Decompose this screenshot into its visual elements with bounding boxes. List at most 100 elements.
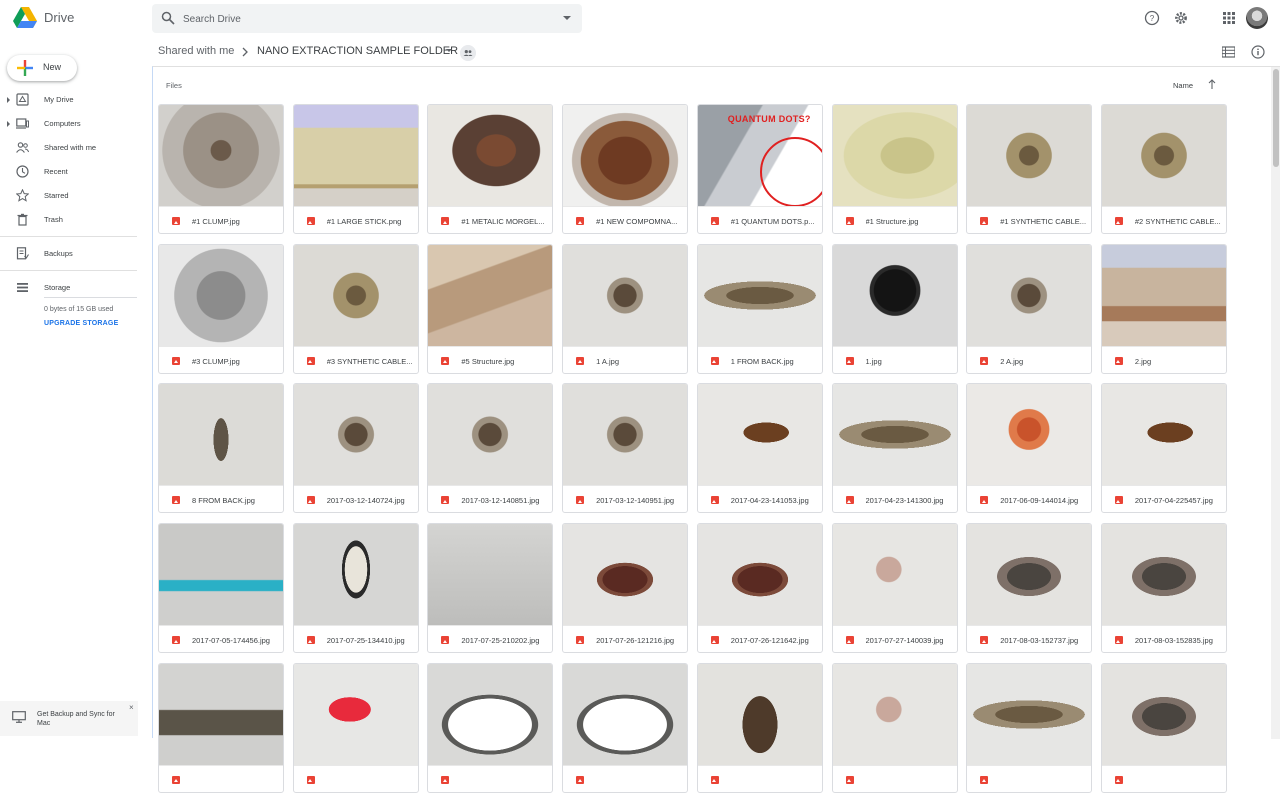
file-card[interactable]: [831, 662, 958, 793]
file-thumbnail[interactable]: [159, 663, 283, 765]
sidebar-item-starred[interactable]: Starred: [0, 185, 152, 207]
sort-ascending-icon[interactable]: [1208, 79, 1216, 89]
file-card[interactable]: 8 FROM BACK.jpg: [158, 383, 284, 514]
file-thumbnail[interactable]: [1101, 244, 1226, 346]
file-card[interactable]: 2017-04-23-141053.jpg: [696, 383, 823, 514]
backup-sync-promo[interactable]: Get Backup and Sync for Mac ×: [0, 701, 138, 736]
file-thumbnail[interactable]: [563, 384, 688, 486]
app-name[interactable]: Drive: [44, 10, 74, 25]
file-card[interactable]: 2.jpg: [1100, 243, 1227, 374]
file-caption[interactable]: [293, 764, 418, 792]
file-thumbnail[interactable]: [159, 244, 283, 346]
file-card[interactable]: [427, 662, 554, 793]
apps-grid-icon[interactable]: [1221, 10, 1237, 26]
account-avatar[interactable]: [1246, 7, 1268, 29]
file-caption[interactable]: #1 METALIC MORGEL...: [428, 206, 553, 233]
expand-caret-icon[interactable]: [7, 121, 10, 127]
file-thumbnail[interactable]: [428, 105, 553, 206]
file-thumbnail[interactable]: [563, 663, 688, 765]
file-thumbnail[interactable]: [697, 524, 822, 626]
file-thumbnail[interactable]: [832, 663, 957, 765]
file-caption[interactable]: [1101, 764, 1226, 792]
settings-icon[interactable]: [1173, 10, 1189, 26]
file-thumbnail[interactable]: [832, 244, 957, 346]
file-caption[interactable]: 2017-07-27-140039.jpg: [832, 625, 957, 652]
file-thumbnail[interactable]: [293, 663, 418, 765]
file-card[interactable]: #1 Structure.jpg: [831, 104, 958, 234]
file-caption[interactable]: #1 LARGE STICK.png: [293, 206, 418, 233]
file-thumbnail[interactable]: [293, 524, 418, 626]
file-thumbnail[interactable]: [428, 384, 553, 486]
file-thumbnail[interactable]: [1101, 384, 1226, 486]
file-thumbnail[interactable]: [428, 663, 553, 765]
file-card[interactable]: QUANTUM DOTS? #1 QUANTUM DOTS.p...: [696, 104, 823, 234]
sidebar-item-recent[interactable]: Recent: [0, 161, 152, 183]
sidebar-item-backups[interactable]: Backups: [0, 243, 152, 265]
file-caption[interactable]: [967, 764, 1092, 792]
file-caption[interactable]: 2017-07-25-134410.jpg: [293, 625, 418, 652]
upgrade-storage-link[interactable]: UPGRADE STORAGE: [44, 320, 118, 327]
file-card[interactable]: 2017-03-12-140851.jpg: [427, 383, 554, 514]
file-thumbnail[interactable]: [293, 244, 418, 346]
file-thumbnail[interactable]: [428, 524, 553, 626]
file-caption[interactable]: 2017-03-12-140724.jpg: [293, 485, 418, 512]
file-card[interactable]: 2017-07-26-121642.jpg: [696, 523, 823, 654]
file-caption[interactable]: #1 QUANTUM DOTS.p...: [697, 206, 822, 233]
file-thumbnail[interactable]: [293, 384, 418, 486]
file-caption[interactable]: 1 A.jpg: [563, 345, 688, 373]
file-thumbnail[interactable]: [967, 384, 1092, 486]
file-thumbnail[interactable]: [697, 384, 822, 486]
file-caption[interactable]: [563, 764, 688, 792]
file-card[interactable]: #1 LARGE STICK.png: [292, 104, 419, 234]
file-card[interactable]: #1 NEW COMPOMNA...: [562, 104, 689, 234]
file-card[interactable]: [1100, 662, 1227, 793]
file-thumbnail[interactable]: [832, 384, 957, 486]
file-thumbnail[interactable]: [563, 105, 688, 206]
file-card[interactable]: 2017-03-12-140724.jpg: [292, 383, 419, 514]
file-card[interactable]: 1 A.jpg: [562, 243, 689, 374]
sort-by-name[interactable]: Name: [1173, 81, 1193, 90]
file-caption[interactable]: 2017-08-03-152737.jpg: [967, 625, 1092, 652]
file-caption[interactable]: #1 Structure.jpg: [832, 206, 957, 233]
file-card[interactable]: #1 METALIC MORGEL...: [427, 104, 554, 234]
file-caption[interactable]: #5 Structure.jpg: [428, 345, 553, 373]
sidebar-item-trash[interactable]: Trash: [0, 209, 152, 231]
file-card[interactable]: 2017-07-25-134410.jpg: [292, 523, 419, 654]
file-card[interactable]: 2017-08-03-152835.jpg: [1100, 523, 1227, 654]
close-icon[interactable]: ×: [129, 704, 134, 712]
file-caption[interactable]: [159, 764, 283, 792]
file-caption[interactable]: #3 CLUMP.jpg: [159, 345, 283, 373]
file-card[interactable]: 2017-07-26-121216.jpg: [562, 523, 689, 654]
file-caption[interactable]: [832, 764, 957, 792]
file-card[interactable]: 2017-07-04-225457.jpg: [1100, 383, 1227, 514]
file-thumbnail[interactable]: [967, 663, 1092, 765]
breadcrumb-current-folder[interactable]: NANO EXTRACTION SAMPLE FOLDER: [257, 45, 458, 57]
file-thumbnail[interactable]: [1101, 105, 1226, 206]
file-caption[interactable]: #1 NEW COMPOMNA...: [563, 206, 688, 233]
file-card[interactable]: 1.jpg: [831, 243, 958, 374]
file-card[interactable]: #3 SYNTHETIC CABLE...: [292, 243, 419, 374]
file-card[interactable]: 2017-06-09-144014.jpg: [966, 383, 1093, 514]
search-options-chevron-icon[interactable]: [563, 16, 571, 20]
file-card[interactable]: 2017-07-05-174456.jpg: [158, 523, 284, 654]
sidebar-item-storage[interactable]: Storage: [0, 277, 152, 299]
file-thumbnail[interactable]: [159, 524, 283, 626]
file-card[interactable]: [966, 662, 1093, 793]
file-caption[interactable]: 1.jpg: [832, 345, 957, 373]
file-thumbnail[interactable]: [697, 663, 822, 765]
file-caption[interactable]: [697, 764, 822, 792]
file-card[interactable]: 1 FROM BACK.jpg: [696, 243, 823, 374]
file-caption[interactable]: 2017-08-03-152835.jpg: [1101, 625, 1226, 652]
new-button[interactable]: New: [7, 55, 77, 81]
file-thumbnail[interactable]: [697, 244, 822, 346]
file-thumbnail[interactable]: [967, 105, 1092, 206]
file-card[interactable]: #1 SYNTHETIC CABLE...: [966, 104, 1093, 234]
drive-logo-icon[interactable]: [13, 7, 37, 29]
file-thumbnail[interactable]: [293, 105, 418, 206]
search-input[interactable]: [183, 11, 543, 27]
file-caption[interactable]: 8 FROM BACK.jpg: [159, 485, 283, 512]
file-card[interactable]: 2017-07-25-210202.jpg: [427, 523, 554, 654]
file-thumbnail[interactable]: [967, 244, 1092, 346]
expand-caret-icon[interactable]: [7, 97, 10, 103]
file-caption[interactable]: #1 SYNTHETIC CABLE...: [967, 206, 1092, 233]
